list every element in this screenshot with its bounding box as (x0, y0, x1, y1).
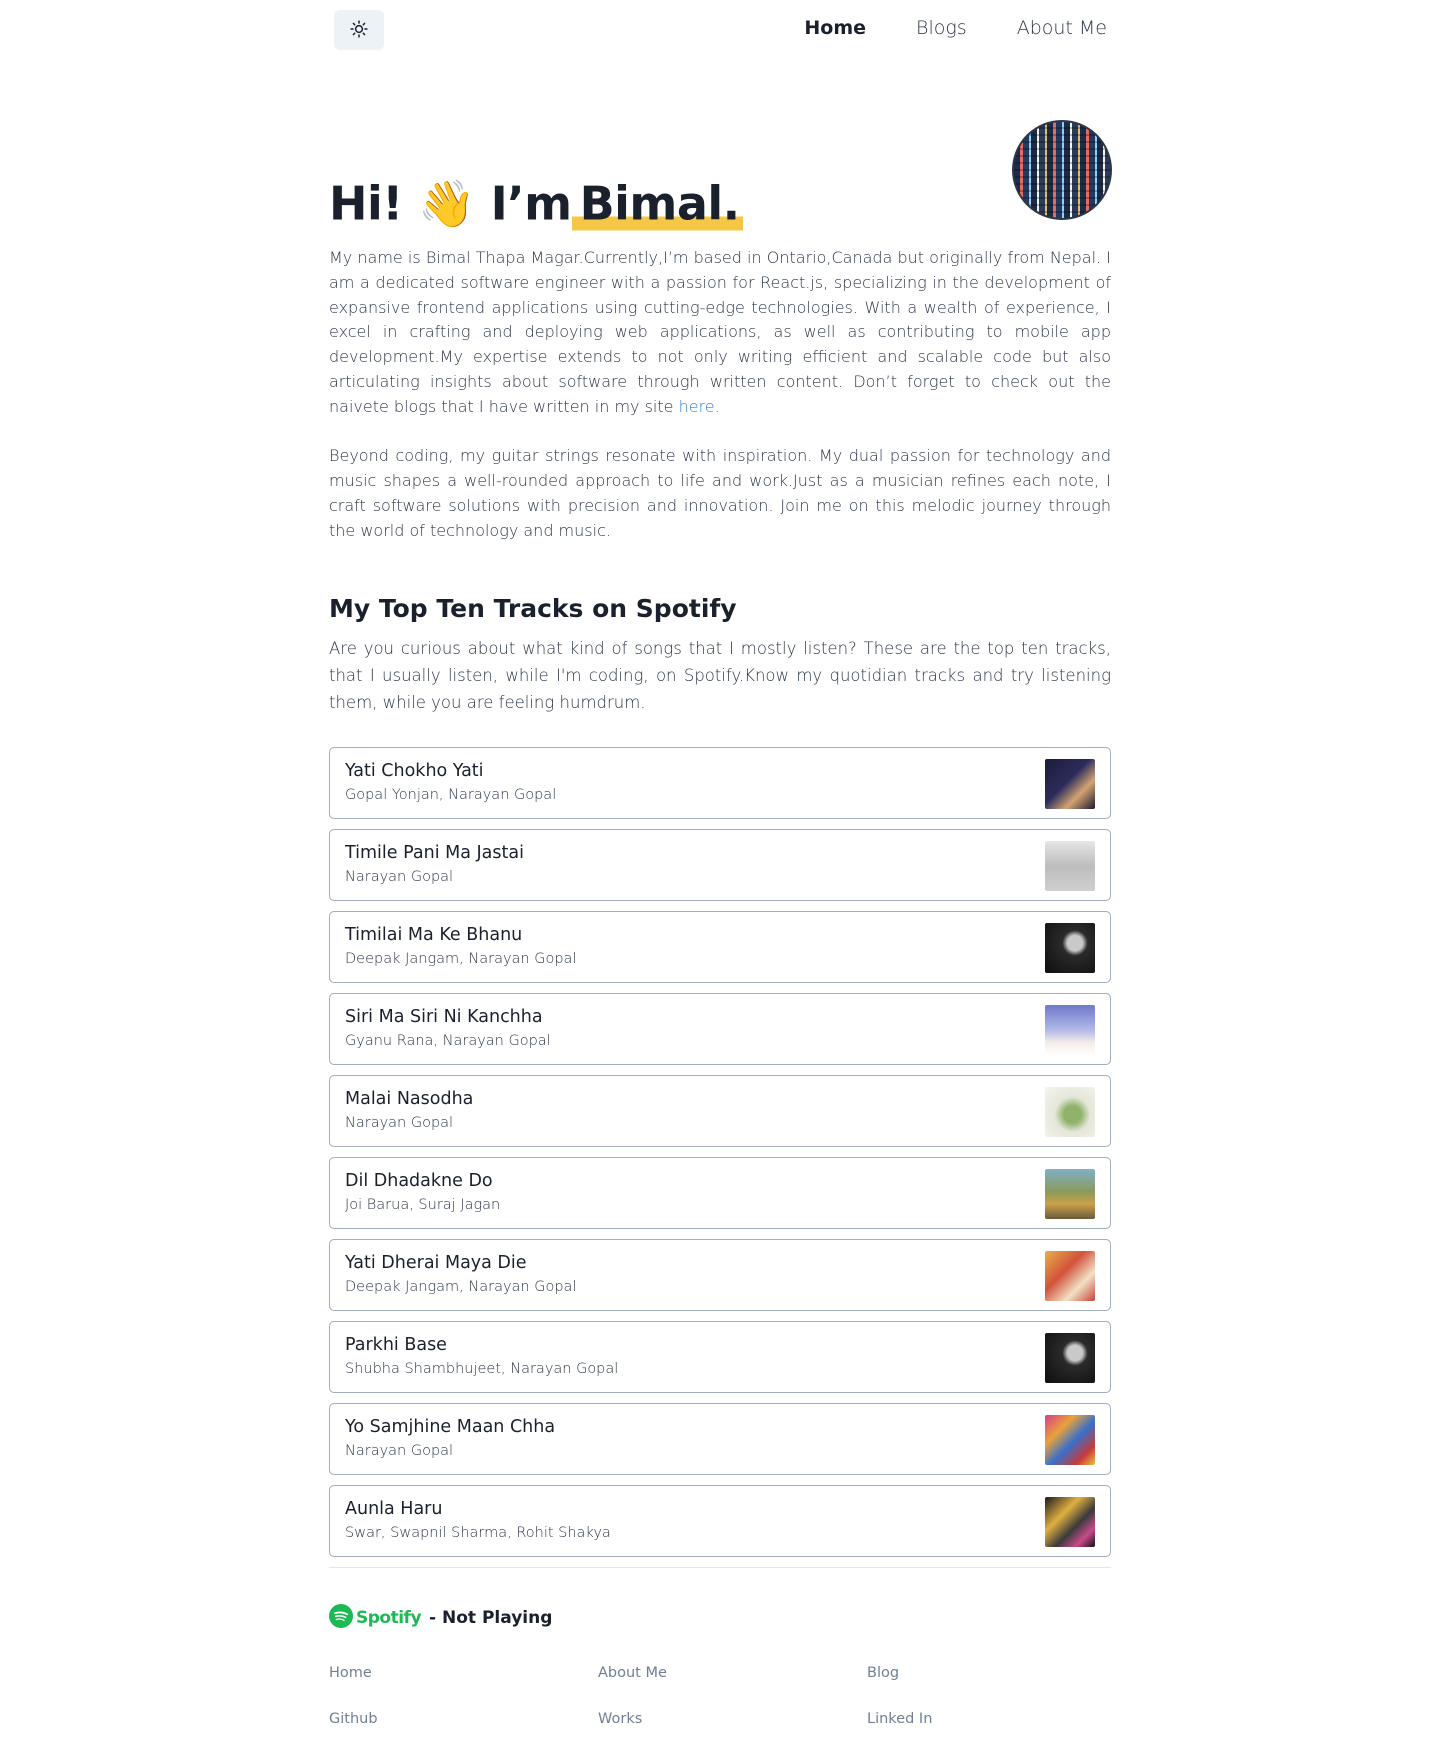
album-cover (1045, 1332, 1095, 1383)
playing-status: - Not Playing (429, 1607, 553, 1628)
track-artist: Shubha Shambhujeet, Narayan Gopal (345, 1360, 619, 1377)
album-cover (1045, 1168, 1095, 1219)
about-paragraph-1-end: . (714, 396, 720, 416)
album-cover (1045, 1086, 1095, 1137)
track-item[interactable]: Timile Pani Ma Jastai Narayan Gopal (329, 828, 1111, 901)
spotify-logo[interactable]: Spotify (329, 1603, 422, 1632)
blog-link[interactable]: here (679, 397, 715, 416)
album-cover (1045, 1496, 1095, 1547)
track-artist: Narayan Gopal (345, 1442, 454, 1459)
spotify-section-intro: Are you curious about what kind of songs… (329, 638, 1111, 712)
hero-heading: Hi! 👋 I’m Bimal. (329, 176, 743, 232)
track-name: Dil Dhadakne Do (345, 1170, 493, 1191)
sun-icon (350, 19, 368, 41)
nav-blogs[interactable]: Blogs (916, 17, 967, 39)
track-artist: Swar, Swapnil Sharma, Rohit Shakya (345, 1524, 611, 1541)
track-item[interactable]: Parkhi Base Shubha Shambhujeet, Narayan … (329, 1320, 1111, 1393)
track-artist: Deepak Jangam, Narayan Gopal (345, 950, 577, 967)
footer-link-github[interactable]: Github (329, 1710, 598, 1728)
nav-home[interactable]: Home (804, 17, 866, 39)
album-cover (1045, 1004, 1095, 1055)
track-artist: Deepak Jangam, Narayan Gopal (345, 1278, 577, 1295)
spotify-wordmark: Spotify (356, 1607, 422, 1628)
track-item[interactable]: Siri Ma Siri Ni Kanchha Gyanu Rana, Nara… (329, 992, 1111, 1065)
footer-link-linkedin[interactable]: Linked In (867, 1710, 1111, 1728)
hero-greeting: Hi! (329, 176, 403, 231)
track-artist: Joi Barua, Suraj Jagan (345, 1196, 501, 1213)
hero-name: Bimal. (571, 176, 743, 231)
nav-about-me[interactable]: About Me (1017, 17, 1107, 39)
track-artist: Gopal Yonjan, Narayan Gopal (345, 786, 557, 803)
track-name: Aunla Haru (345, 1498, 443, 1519)
wave-icon: 👋 (418, 176, 476, 231)
about-paragraph-2: Beyond coding, my guitar strings resonat… (329, 446, 1111, 540)
track-name: Malai Nasodha (345, 1088, 474, 1109)
spotify-icon (329, 1603, 353, 1632)
track-item[interactable]: Malai Nasodha Narayan Gopal (329, 1074, 1111, 1147)
hero: Hi! 👋 I’m Bimal. (329, 62, 1112, 246)
footer-link-about-me[interactable]: About Me (598, 1664, 867, 1682)
footer-link-works[interactable]: Works (598, 1710, 867, 1728)
album-cover (1045, 922, 1095, 973)
track-item[interactable]: Dil Dhadakne Do Joi Barua, Suraj Jagan (329, 1156, 1111, 1229)
album-cover (1045, 758, 1095, 809)
footer-link-home[interactable]: Home (329, 1664, 598, 1682)
footer-link-blog[interactable]: Blog (867, 1664, 1111, 1682)
header: Home Blogs About Me (329, 0, 1111, 62)
track-item[interactable]: Yati Dherai Maya Die Deepak Jangam, Nara… (329, 1238, 1111, 1311)
divider (329, 1566, 1111, 1568)
spotify-section-title: My Top Ten Tracks on Spotify (329, 593, 737, 623)
main-nav: Home Blogs About Me (754, 17, 1107, 39)
track-item[interactable]: Yo Samjhine Maan Chha Narayan Gopal (329, 1402, 1111, 1475)
album-cover (1045, 840, 1095, 891)
theme-toggle-button[interactable] (334, 10, 384, 50)
avatar (1012, 120, 1112, 220)
track-name: Parkhi Base (345, 1334, 447, 1355)
track-artist: Narayan Gopal (345, 1114, 454, 1131)
album-cover (1045, 1250, 1095, 1301)
track-name: Yati Dherai Maya Die (345, 1252, 527, 1273)
about-paragraph-1-text: My name is Bimal Thapa Magar.Currently,I… (329, 248, 1111, 416)
track-item[interactable]: Aunla Haru Swar, Swapnil Sharma, Rohit S… (329, 1484, 1111, 1557)
track-name: Timilai Ma Ke Bhanu (345, 924, 523, 945)
track-item[interactable]: Timilai Ma Ke Bhanu Deepak Jangam, Naray… (329, 910, 1111, 983)
hero-im: I’m (490, 176, 573, 231)
track-name: Siri Ma Siri Ni Kanchha (345, 1006, 543, 1027)
track-artist: Gyanu Rana, Narayan Gopal (345, 1032, 551, 1049)
now-playing: Spotify - Not Playing (329, 1603, 1111, 1632)
album-cover (1045, 1414, 1095, 1465)
track-artist: Narayan Gopal (345, 868, 454, 885)
track-item[interactable]: Yati Chokho Yati Gopal Yonjan, Narayan G… (329, 746, 1111, 819)
footer: Home About Me Blog Github Works Linked I… (329, 1664, 1111, 1728)
about-paragraph-1: My name is Bimal Thapa Magar.Currently,I… (329, 246, 1111, 420)
track-name: Yo Samjhine Maan Chha (345, 1416, 556, 1437)
track-name: Timile Pani Ma Jastai (345, 842, 524, 863)
track-list: Yati Chokho Yati Gopal Yonjan, Narayan G… (329, 746, 1111, 1557)
track-name: Yati Chokho Yati (345, 760, 484, 781)
